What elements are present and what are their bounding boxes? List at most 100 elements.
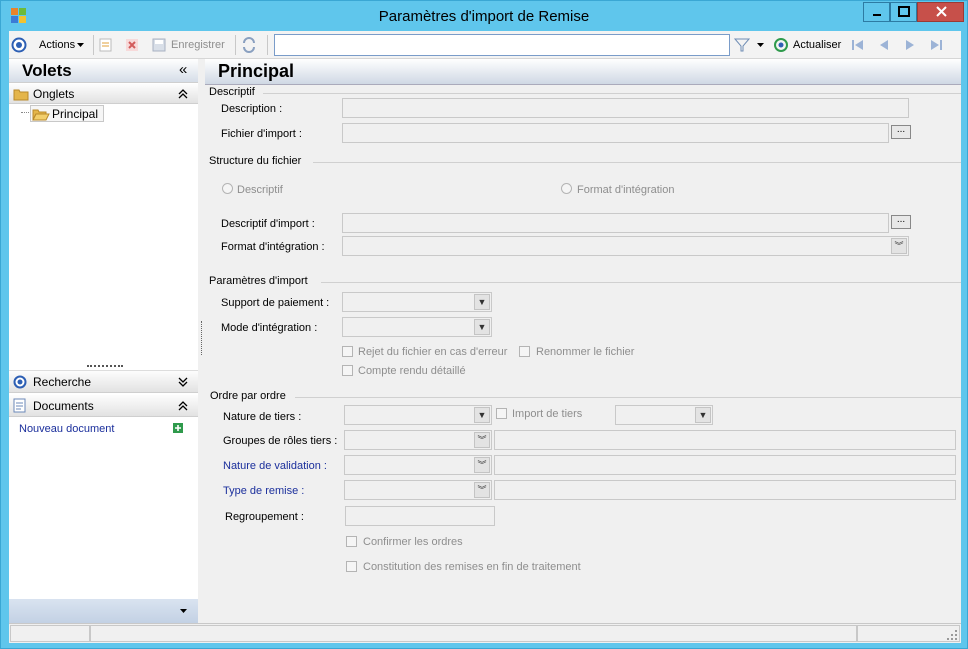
- radio-descriptif[interactable]: [222, 183, 233, 194]
- group-line: [321, 282, 961, 283]
- regroupement-field[interactable]: [345, 506, 495, 526]
- nature-validation-label: Nature de validation :: [223, 460, 327, 472]
- chevron-up-double-icon[interactable]: [178, 89, 188, 99]
- splitter-grip[interactable]: [87, 365, 123, 367]
- double-chevron-icon: ︾: [891, 238, 907, 254]
- group-descriptif-label: Descriptif: [209, 86, 255, 98]
- add-icon[interactable]: [173, 423, 183, 433]
- new-button[interactable]: [99, 31, 117, 59]
- description-field[interactable]: [342, 98, 909, 118]
- next-record-button[interactable]: [903, 31, 921, 59]
- sidebar-title: Volets: [22, 61, 72, 80]
- documents-header[interactable]: Documents: [9, 395, 198, 417]
- groupes-roles-field[interactable]: [494, 430, 956, 450]
- chevron-up-double-icon[interactable]: [178, 401, 188, 411]
- next-icon: [906, 40, 914, 50]
- rejet-checkbox[interactable]: [342, 346, 353, 357]
- actions-menu[interactable]: Actions: [39, 31, 89, 59]
- double-chevron-icon: ︾: [474, 457, 490, 473]
- chevron-down-icon: ▼: [474, 407, 490, 423]
- filter-button[interactable]: [734, 31, 768, 59]
- nature-validation-select[interactable]: ︾: [344, 455, 492, 475]
- actions-label: Actions: [39, 39, 76, 51]
- sidebar-footer: [9, 599, 198, 623]
- import-tiers-select[interactable]: ▼: [615, 405, 713, 425]
- compte-rendu-checkbox[interactable]: [342, 365, 353, 376]
- constitution-label: Constitution des remises en fin de trait…: [363, 561, 581, 573]
- title-bar: Paramètres d'import de Remise: [1, 1, 967, 31]
- type-remise-select[interactable]: ︾: [344, 480, 492, 500]
- sync-button[interactable]: [241, 31, 259, 59]
- sidebar-header: Volets «: [9, 59, 198, 83]
- radio-format[interactable]: [561, 183, 572, 194]
- support-paiement-select[interactable]: ▼: [342, 292, 492, 312]
- status-cell: [90, 625, 857, 642]
- minimize-button[interactable]: [863, 2, 890, 22]
- client-area: Actions Enregistrer Actualiser Volets « …: [9, 31, 961, 643]
- browse-file-button[interactable]: ...: [891, 125, 911, 139]
- delete-button[interactable]: [125, 31, 143, 59]
- toolbar-separator: [235, 35, 236, 55]
- chevron-down-double-icon[interactable]: [178, 377, 188, 387]
- description-label: Description :: [221, 103, 283, 115]
- chevron-down-icon: ▼: [695, 407, 711, 423]
- type-remise-field[interactable]: [494, 480, 956, 500]
- radio-descriptif-label: Descriptif: [237, 184, 283, 196]
- window-title: Paramètres d'import de Remise: [378, 8, 590, 25]
- nature-validation-field[interactable]: [494, 455, 956, 475]
- target-icon: [11, 37, 27, 53]
- renommer-checkbox[interactable]: [519, 346, 530, 357]
- rejet-label: Rejet du fichier en cas d'erreur: [358, 346, 508, 358]
- group-structure-label: Structure du fichier: [209, 155, 302, 167]
- mode-integration-select[interactable]: ▼: [342, 317, 492, 337]
- onglets-label: Onglets: [33, 87, 75, 101]
- maximize-icon: [898, 6, 910, 17]
- type-remise-label: Type de remise :: [223, 485, 305, 497]
- import-tiers-label: Import de tiers: [512, 408, 583, 420]
- last-icon: [931, 40, 942, 50]
- new-document-link[interactable]: Nouveau document: [19, 423, 114, 435]
- toolbar-separator: [93, 35, 94, 55]
- application-window: Paramètres d'import de Remise Actions En…: [0, 0, 968, 649]
- tree-item-principal[interactable]: Principal: [30, 105, 104, 122]
- recherche-header[interactable]: Recherche: [9, 371, 198, 393]
- compte-rendu-label: Compte rendu détaillé: [358, 365, 466, 377]
- save-icon: [152, 38, 166, 52]
- constitution-checkbox[interactable]: [346, 561, 357, 572]
- funnel-icon: [734, 38, 750, 52]
- descriptif-import-label: Descriptif d'import :: [221, 218, 315, 230]
- fichier-import-field[interactable]: [342, 123, 889, 143]
- open-folder-icon: [32, 109, 50, 121]
- search-input[interactable]: [274, 34, 730, 56]
- mode-integration-label: Mode d'intégration :: [221, 322, 318, 334]
- renommer-label: Renommer le fichier: [536, 346, 635, 358]
- groupes-roles-select[interactable]: ︾: [344, 430, 492, 450]
- vertical-splitter[interactable]: [201, 321, 202, 355]
- collapse-sidebar-icon[interactable]: «: [179, 61, 187, 78]
- first-record-button[interactable]: [851, 31, 869, 59]
- dropdown-arrow-icon[interactable]: [180, 608, 188, 614]
- format-integration-select[interactable]: ︾: [342, 236, 909, 256]
- onglets-header[interactable]: Onglets: [9, 84, 198, 104]
- refresh-button[interactable]: Actualiser: [773, 31, 847, 59]
- main-header: Principal: [205, 59, 961, 85]
- sidebar: Volets « Onglets Principal Recherche Doc…: [9, 59, 198, 623]
- chevron-down-icon: ▼: [474, 294, 490, 310]
- maximize-button[interactable]: [890, 2, 917, 22]
- document-icon: [13, 398, 26, 413]
- nature-tiers-select[interactable]: ▼: [344, 405, 492, 425]
- confirmer-checkbox[interactable]: [346, 536, 357, 547]
- close-button[interactable]: [917, 2, 964, 22]
- save-button[interactable]: Enregistrer: [151, 31, 231, 59]
- toolbar-separator: [267, 35, 268, 55]
- browse-descriptif-button[interactable]: ...: [891, 215, 911, 229]
- group-line: [295, 397, 961, 398]
- import-tiers-checkbox[interactable]: [496, 408, 507, 419]
- previous-icon: [880, 40, 888, 50]
- resize-grip-icon[interactable]: [947, 630, 957, 640]
- last-record-button[interactable]: [929, 31, 947, 59]
- previous-record-button[interactable]: [877, 31, 895, 59]
- status-bar: [9, 623, 961, 643]
- circle-target-button[interactable]: [11, 31, 31, 59]
- descriptif-import-field[interactable]: [342, 213, 889, 233]
